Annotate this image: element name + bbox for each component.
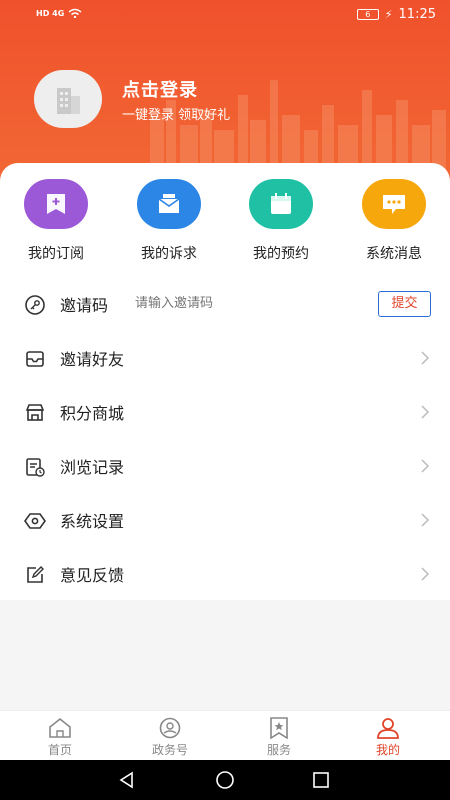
- eye-badge-icon: [159, 717, 181, 739]
- login-title[interactable]: 点击登录: [122, 76, 198, 102]
- main-card: 我的订阅 我的诉求 我的预约 系统消息 邀请码 提交 邀请好友: [0, 163, 450, 600]
- bookmark-plus-icon: [47, 194, 65, 214]
- home-icon: [49, 717, 71, 738]
- message-icon-bg: [362, 179, 426, 229]
- menu-item-feedback[interactable]: 意见反馈: [0, 547, 450, 601]
- edit-icon: [27, 566, 44, 583]
- quick-action-subscriptions[interactable]: 我的订阅: [0, 179, 112, 263]
- avatar[interactable]: [34, 70, 102, 128]
- store-icon: [25, 404, 45, 421]
- quick-action-label: 我的订阅: [28, 246, 84, 262]
- battery-icon: 6: [356, 9, 379, 20]
- key-icon: [25, 295, 45, 315]
- menu-item-settings[interactable]: 系统设置: [0, 493, 450, 547]
- clock: 11:25: [398, 7, 436, 22]
- status-bar: HD 4G 6 ⚡ 11:25: [0, 0, 450, 30]
- menu-item-label: 积分商城: [60, 404, 125, 423]
- login-subtitle: 一键登录 领取好礼: [122, 108, 231, 123]
- envelope-icon: [158, 194, 180, 213]
- chevron-right-icon: [421, 405, 430, 419]
- invite-code-input[interactable]: [135, 296, 335, 311]
- tab-services[interactable]: 服务: [239, 717, 319, 758]
- bottom-tab-bar: 首页 政务号 服务 我的: [0, 710, 450, 760]
- back-icon[interactable]: [118, 771, 136, 789]
- history-icon: [26, 458, 45, 477]
- user-icon: [377, 718, 399, 739]
- settings-icon: [24, 513, 46, 529]
- quick-action-requests[interactable]: 我的诉求: [113, 179, 225, 263]
- status-left: HD 4G: [36, 8, 82, 18]
- quick-action-label: 系统消息: [366, 246, 422, 262]
- tab-label: 服务: [266, 743, 291, 757]
- menu-item-label: 邀请好友: [60, 350, 125, 369]
- menu-item-label: 浏览记录: [60, 458, 125, 477]
- menu-item-history[interactable]: 浏览记录: [0, 439, 450, 493]
- tab-gov-account[interactable]: 政务号: [130, 717, 210, 758]
- request-icon-bg: [137, 179, 201, 229]
- submit-invite-button[interactable]: 提交: [378, 291, 431, 317]
- tab-home[interactable]: 首页: [20, 717, 100, 758]
- message-icon: [383, 195, 405, 214]
- menu-item-label: 意见反馈: [60, 566, 125, 585]
- quick-action-appointments[interactable]: 我的预约: [225, 179, 337, 263]
- calendar-icon: [271, 193, 291, 214]
- network-indicator: HD 4G: [36, 8, 65, 18]
- invite-code-label: 邀请码: [60, 296, 109, 315]
- menu-item-invite-friends[interactable]: 邀请好友: [0, 331, 450, 385]
- subscription-icon-bg: [24, 179, 88, 229]
- home-circle-icon[interactable]: [215, 770, 235, 790]
- inbox-icon: [26, 351, 44, 367]
- status-right: 6 ⚡ 11:25: [356, 7, 436, 22]
- charging-icon: ⚡: [384, 8, 393, 21]
- menu-item-label: 系统设置: [60, 512, 125, 531]
- system-nav-bar: [0, 760, 450, 800]
- quick-action-messages[interactable]: 系统消息: [338, 179, 450, 263]
- tab-label: 首页: [47, 743, 72, 757]
- quick-action-label: 我的诉求: [141, 246, 197, 262]
- recents-icon[interactable]: [312, 771, 330, 789]
- star-bookmark-icon: [270, 717, 288, 739]
- appointment-icon-bg: [249, 179, 313, 229]
- chevron-right-icon: [421, 459, 430, 473]
- tab-mine[interactable]: 我的: [348, 717, 428, 758]
- quick-actions: 我的订阅 我的诉求 我的预约 系统消息: [0, 179, 450, 269]
- building-icon: [57, 88, 80, 114]
- tab-label: 我的: [375, 743, 400, 757]
- chevron-right-icon: [421, 351, 430, 365]
- wifi-icon: [68, 8, 82, 18]
- chevron-right-icon: [421, 513, 430, 527]
- menu-item-points-mall[interactable]: 积分商城: [0, 385, 450, 439]
- tab-label: 政务号: [151, 743, 188, 757]
- chevron-right-icon: [421, 567, 430, 581]
- quick-action-label: 我的预约: [253, 246, 309, 262]
